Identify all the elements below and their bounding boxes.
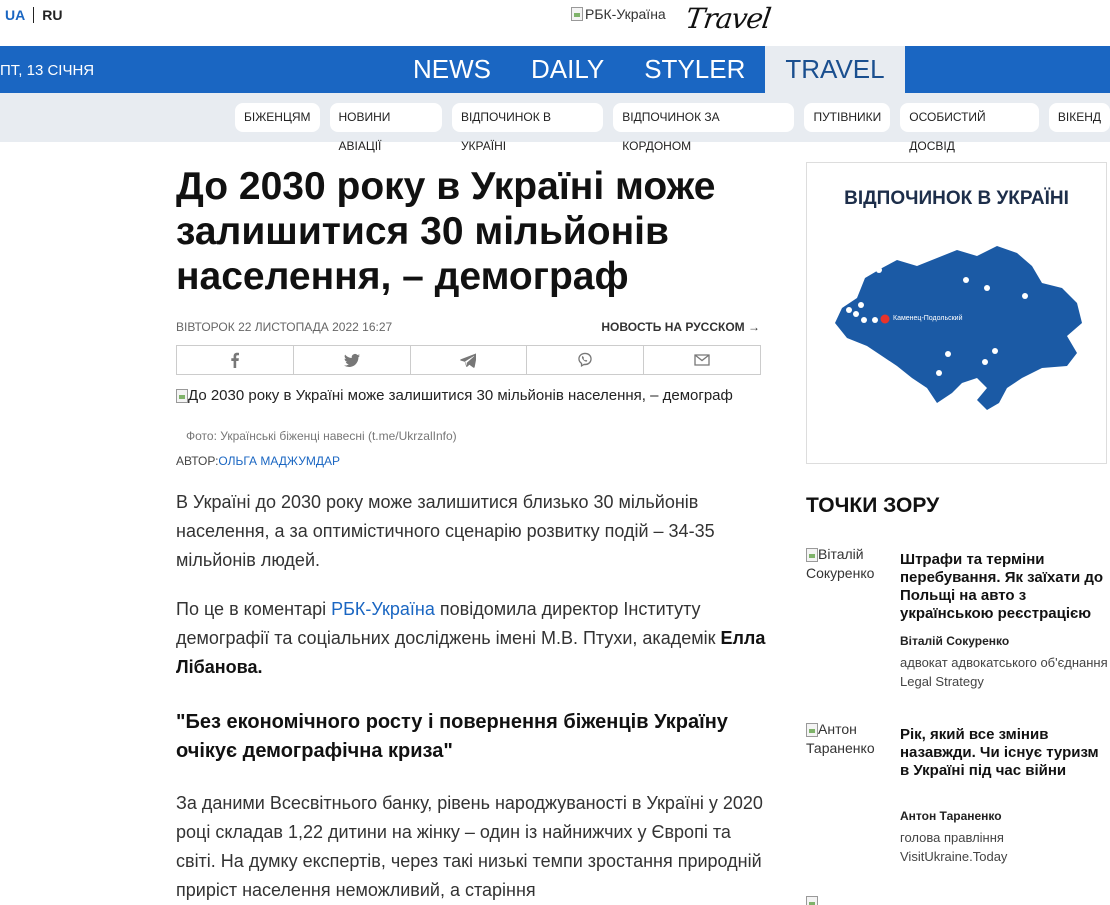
telegram-icon [460, 353, 477, 368]
current-date: ПТ, 13 СІЧНЯ [0, 62, 95, 79]
share-bar [176, 345, 761, 375]
map-pin-icon [858, 302, 864, 308]
broken-image-icon [806, 896, 818, 905]
broken-image-icon [176, 389, 188, 404]
map-pin-icon [936, 370, 942, 376]
map-pin-icon [963, 277, 969, 283]
map-pin-icon [846, 307, 852, 313]
subnav-guides[interactable]: ПУТІВНИКИ [804, 103, 891, 132]
hero-image-alt: До 2030 року в Україні може залишитися 3… [188, 387, 733, 404]
russian-version-link[interactable]: НОВОСТЬ НА РУССКОМ → [601, 320, 760, 334]
map-pin-icon [945, 351, 951, 357]
paragraph-2: По це в коментарі РБК-Україна повідомила… [176, 595, 766, 682]
viber-icon [578, 352, 592, 367]
map-pin-icon [982, 359, 988, 365]
share-email-button[interactable] [644, 346, 760, 374]
paragraph-2-pre: По це в коментарі [176, 599, 332, 619]
share-facebook-button[interactable] [177, 346, 294, 374]
ukraine-map[interactable]: Каменец-Подольский [827, 238, 1087, 418]
map-pin-icon [992, 348, 998, 354]
quote-subheading: "Без економічного росту і повернення біж… [176, 711, 728, 762]
rbk-logo[interactable]: РБК-Україна [571, 6, 666, 22]
nav-travel[interactable]: TRAVEL [765, 46, 905, 93]
author-photo [806, 893, 896, 905]
map-pin-icon [853, 311, 859, 317]
site-logo[interactable]: РБК-Україна Travel [571, 2, 772, 35]
author-line: АВТОР:ОЛЬГА МАДЖУМДАР [176, 454, 340, 468]
opinion-author: Антон Тараненко [900, 809, 1002, 823]
opinion-author-role: голова правління VisitUkraine.Today [900, 830, 1008, 864]
paragraph-1: В Україні до 2030 року може залишитися б… [176, 492, 715, 570]
opinion-title[interactable]: Рік, який все змінив назавжди. Чи існує … [900, 726, 1110, 780]
map-card-title: ВІДПОЧИНОК В УКРАЇНІ [844, 188, 1069, 209]
rbk-link[interactable]: РБК-Україна [331, 599, 435, 619]
map-pin-icon [1022, 293, 1028, 299]
sub-nav: БІЖЕНЦЯМ НОВИНИ АВІАЦІЇ ВІДПОЧИНОК В УКР… [0, 93, 1110, 153]
map-pin-icon [861, 317, 867, 323]
points-of-view-title: ТОЧКИ ЗОРУ [806, 494, 940, 517]
opinion-title[interactable]: Штрафи та терміни перебування. Як заїхат… [900, 551, 1110, 623]
subnav-rest-abroad[interactable]: ВІДПОЧИНОК ЗА КОРДОНОМ [613, 103, 795, 153]
nav-styler[interactable]: STYLER [624, 46, 765, 93]
opinion-author: Віталій Сокуренко [900, 634, 1010, 648]
subnav-refugees[interactable]: БІЖЕНЦЯМ [235, 103, 320, 132]
article-title: До 2030 року в Україні може залишитися 3… [176, 165, 716, 298]
share-twitter-button[interactable] [294, 346, 411, 374]
twitter-icon [343, 353, 360, 367]
email-icon [694, 354, 710, 366]
map-pin-icon [872, 317, 878, 323]
hero-image: До 2030 року в Україні може залишитися 3… [176, 386, 736, 405]
main-nav: ПТ, 13 СІЧНЯ NEWS DAILY STYLER TRAVEL [0, 46, 1110, 93]
facebook-icon [231, 352, 239, 368]
author-photo: Антон Тараненко [806, 720, 896, 758]
share-viber-button[interactable] [527, 346, 645, 374]
paragraph-3: За даними Всесвітнього банку, рівень нар… [176, 793, 763, 900]
map-pin-label: Каменец-Подольский [893, 314, 963, 322]
author-photo: Віталій Сокуренко [806, 545, 896, 583]
lang-ua-link[interactable]: UA [5, 7, 35, 23]
ukraine-travel-map-card[interactable]: ВІДПОЧИНОК В УКРАЇНІ Каменец-Подольский [806, 162, 1107, 464]
travel-logo[interactable]: Travel [683, 2, 772, 35]
map-pin-icon [984, 285, 990, 291]
author-label: АВТОР: [176, 454, 219, 468]
subnav-rest-ukraine[interactable]: ВІДПОЧИНОК В УКРАЇНІ [451, 103, 604, 153]
rbk-logo-alt: РБК-Україна [585, 6, 666, 22]
top-bar: UA RU РБК-Україна Travel [0, 0, 1110, 46]
ukraine-map-shape [835, 246, 1082, 410]
broken-image-icon [571, 7, 583, 21]
share-telegram-button[interactable] [411, 346, 528, 374]
subnav-aviation-news[interactable]: НОВИНИ АВІАЦІЇ [329, 103, 442, 153]
subnav-weekend[interactable]: ВІКЕНД [1048, 103, 1110, 132]
subnav-personal-experience[interactable]: ОСОБИСТИЙ ДОСВІД [900, 103, 1039, 153]
author-name-link[interactable]: ОЛЬГА МАДЖУМДАР [218, 454, 340, 468]
language-switcher: UA RU [5, 7, 62, 23]
selected-map-pin-icon[interactable] [880, 314, 890, 324]
broken-image-icon [806, 723, 818, 738]
nav-news[interactable]: NEWS [393, 46, 511, 93]
map-pin-icon [876, 267, 882, 273]
nav-daily[interactable]: DAILY [511, 46, 624, 93]
photo-caption: Фото: Українські біженці навесні (t.me/U… [186, 429, 457, 443]
lang-ru-link[interactable]: RU [34, 7, 62, 23]
article-date: ВІВТОРОК 22 ЛИСТОПАДА 2022 16:27 [176, 320, 393, 334]
broken-image-icon [806, 548, 818, 563]
opinion-author-role: адвокат адвокатського об'єднання Legal S… [900, 655, 1108, 689]
